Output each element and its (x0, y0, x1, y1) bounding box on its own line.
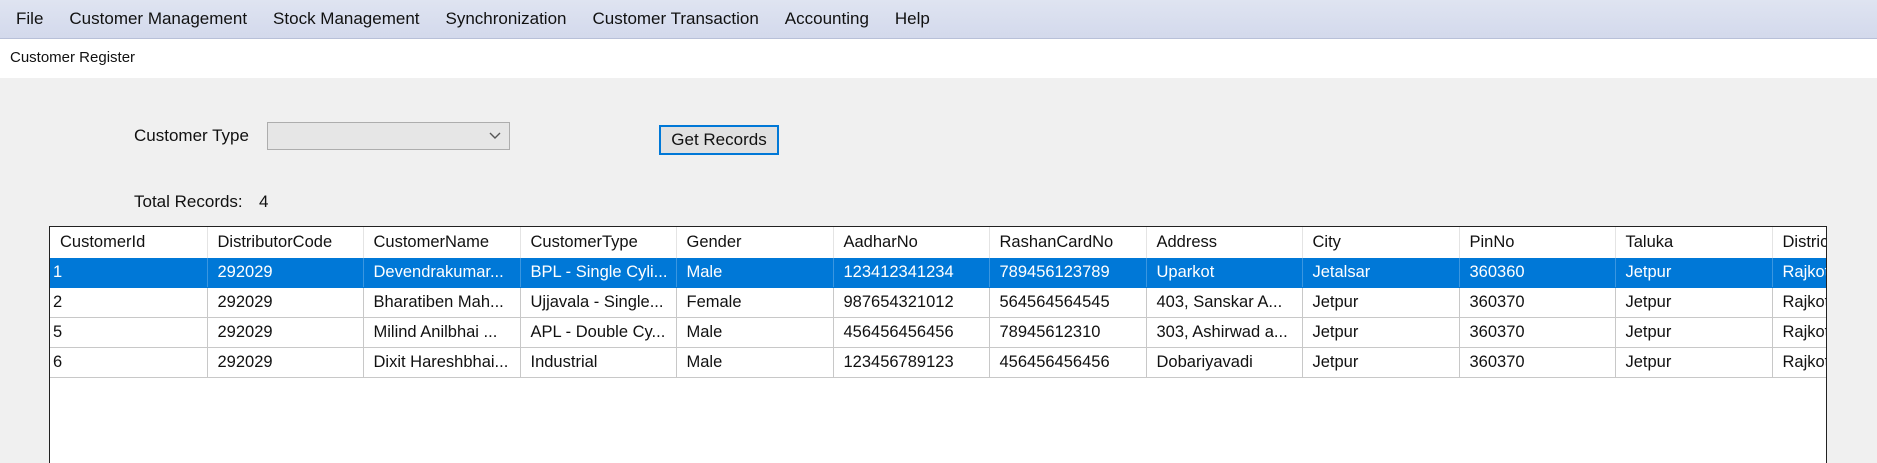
column-header-customertype[interactable]: CustomerType (520, 227, 677, 258)
customer-grid[interactable]: CustomerId DistributorCode CustomerName Cus… (49, 226, 1827, 463)
table-row[interactable]: 1 292029 Devendrakumar... BPL - Single Cyli… (50, 258, 1826, 288)
table-cell[interactable]: Rajkot (1772, 258, 1826, 288)
table-cell[interactable]: Bharatiben Mah... (363, 287, 521, 318)
table-cell[interactable]: 78945612310 (989, 317, 1147, 348)
column-header-distributorcode[interactable]: DistributorCode (207, 227, 364, 258)
table-row[interactable]: 6 292029 Dixit Hareshbhai... Industrial Male… (50, 347, 1826, 378)
table-cell[interactable]: Jetpur (1302, 287, 1460, 318)
customer-type-dropdown[interactable] (267, 122, 510, 150)
table-cell[interactable]: BPL - Single Cyli... (520, 258, 677, 288)
table-cell[interactable]: Female (676, 287, 834, 318)
table-cell[interactable]: Male (676, 258, 834, 288)
table-cell[interactable]: 303, Ashirwad a... (1146, 317, 1303, 348)
table-cell[interactable]: 123412341234 (833, 258, 990, 288)
table-cell[interactable]: 987654321012 (833, 287, 990, 318)
menu-synchronization[interactable]: Synchronization (433, 0, 580, 38)
window-title-bar: Customer Register (0, 39, 1877, 78)
column-header-customername[interactable]: CustomerName (363, 227, 521, 258)
table-cell[interactable]: 456456456456 (989, 347, 1147, 378)
table-cell[interactable]: 292029 (207, 287, 364, 318)
menu-bar: File Customer Management Stock Managemen… (0, 0, 1877, 39)
table-cell[interactable]: Rajkot (1772, 287, 1826, 318)
column-header-rashancardno[interactable]: RashanCardNo (989, 227, 1147, 258)
customer-type-label: Customer Type (134, 126, 249, 145)
table-cell[interactable]: Jetpur (1615, 258, 1773, 288)
table-cell[interactable]: 360370 (1459, 287, 1616, 318)
table-cell[interactable]: 6 (50, 347, 208, 378)
table-cell[interactable]: 292029 (207, 258, 364, 288)
table-cell[interactable]: Rajkot (1772, 317, 1826, 348)
table-cell[interactable]: 1 (50, 258, 208, 288)
table-cell[interactable]: Jetpur (1615, 287, 1773, 318)
menu-file[interactable]: File (0, 0, 56, 38)
menu-help[interactable]: Help (882, 0, 943, 38)
menu-stock-management[interactable]: Stock Management (260, 0, 432, 38)
table-cell[interactable]: Jetpur (1615, 347, 1773, 378)
table-cell[interactable]: Male (676, 347, 834, 378)
column-header-gender[interactable]: Gender (676, 227, 834, 258)
menu-accounting[interactable]: Accounting (772, 0, 882, 38)
table-cell[interactable]: 403, Sanskar A... (1146, 287, 1303, 318)
table-cell[interactable]: Dobariyavadi (1146, 347, 1303, 378)
table-row[interactable]: 5 292029 Milind Anilbhai ... APL - Double C… (50, 317, 1826, 348)
column-header-customerid[interactable]: CustomerId (50, 227, 208, 258)
table-cell[interactable]: Milind Anilbhai ... (363, 317, 521, 348)
column-header-district[interactable]: District (1772, 227, 1826, 258)
table-cell[interactable]: 360360 (1459, 258, 1616, 288)
table-cell[interactable]: 5 (50, 317, 208, 348)
menu-customer-transaction[interactable]: Customer Transaction (579, 0, 771, 38)
column-header-pinno[interactable]: PinNo (1459, 227, 1616, 258)
table-row[interactable]: 2 292029 Bharatiben Mah... Ujjavala - Singl… (50, 287, 1826, 318)
table-cell[interactable]: Devendrakumar... (363, 258, 521, 288)
grid-header-row: CustomerId DistributorCode CustomerName Cus… (50, 227, 1826, 258)
table-cell[interactable]: 292029 (207, 347, 364, 378)
column-header-address[interactable]: Address (1146, 227, 1303, 258)
table-cell[interactable]: 2 (50, 287, 208, 318)
menu-customer-management[interactable]: Customer Management (56, 0, 260, 38)
table-cell[interactable]: Jetpur (1615, 317, 1773, 348)
table-cell[interactable]: 564564564545 (989, 287, 1147, 318)
table-cell[interactable]: Dixit Hareshbhai... (363, 347, 521, 378)
table-cell[interactable]: Jetpur (1302, 317, 1460, 348)
table-cell[interactable]: APL - Double Cy... (520, 317, 677, 348)
total-records-value: 4 (259, 192, 269, 211)
table-cell[interactable]: 123456789123 (833, 347, 990, 378)
table-cell[interactable]: Rajkot (1772, 347, 1826, 378)
table-cell[interactable]: Male (676, 317, 834, 348)
table-cell[interactable]: 789456123789 (989, 258, 1147, 288)
total-records-label: Total Records: (134, 192, 243, 211)
chevron-down-icon (489, 132, 501, 139)
table-cell[interactable]: Uparkot (1146, 258, 1303, 288)
column-header-city[interactable]: City (1302, 227, 1460, 258)
table-cell[interactable]: Industrial (520, 347, 677, 378)
table-cell[interactable]: 456456456456 (833, 317, 990, 348)
table-cell[interactable]: 360370 (1459, 347, 1616, 378)
table-cell[interactable]: Jetpur (1302, 347, 1460, 378)
column-header-aadharno[interactable]: AadharNo (833, 227, 990, 258)
column-header-taluka[interactable]: Taluka (1615, 227, 1773, 258)
table-cell[interactable]: 292029 (207, 317, 364, 348)
window-title: Customer Register (10, 49, 136, 66)
get-records-button[interactable]: Get Records (659, 125, 779, 155)
table-cell[interactable]: Ujjavala - Single... (520, 287, 677, 318)
customer-table: CustomerId DistributorCode CustomerName Cus… (50, 227, 1826, 378)
table-cell[interactable]: 360370 (1459, 317, 1616, 348)
table-cell[interactable]: Jetalsar (1302, 258, 1460, 288)
